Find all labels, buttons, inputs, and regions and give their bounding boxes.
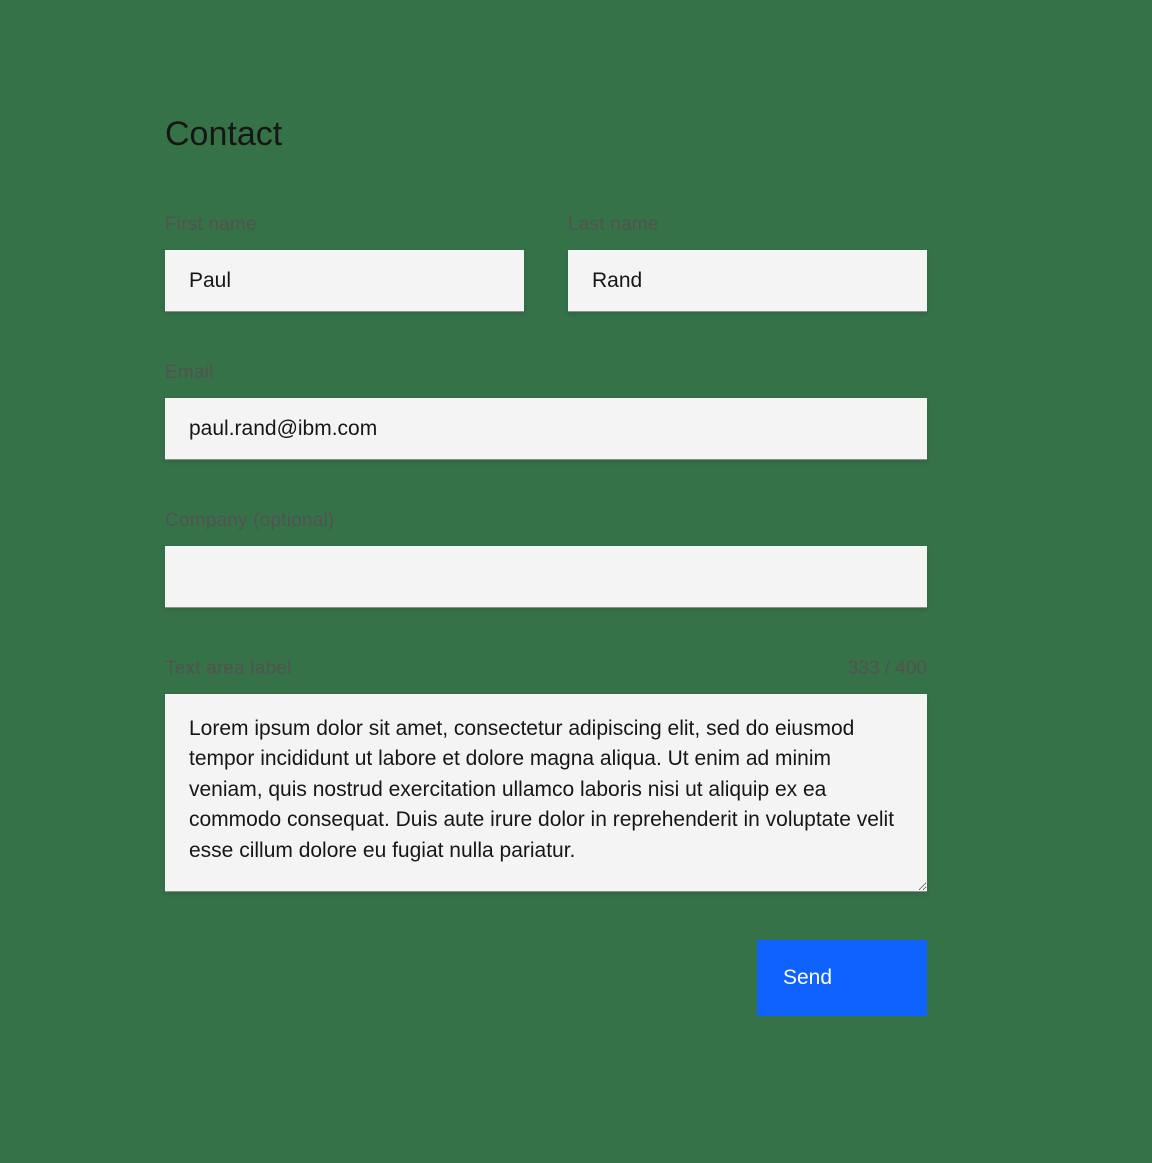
name-row: First name Last name xyxy=(165,214,927,312)
company-field: Company (optional) xyxy=(165,510,927,608)
email-input[interactable] xyxy=(165,398,927,460)
company-input[interactable] xyxy=(165,546,927,608)
email-field: Email xyxy=(165,362,927,460)
contact-form: Contact First name Last name Email Compa… xyxy=(165,115,927,1016)
message-label: Text area label xyxy=(165,658,292,680)
company-label: Company (optional) xyxy=(165,510,334,532)
last-name-label: Last name xyxy=(568,214,659,236)
first-name-field: First name xyxy=(165,214,524,312)
last-name-input[interactable] xyxy=(568,250,927,312)
first-name-label: First name xyxy=(165,214,257,236)
email-label: Email xyxy=(165,362,214,384)
form-heading: Contact xyxy=(165,115,927,154)
character-counter: 333 / 400 xyxy=(848,658,927,680)
send-button[interactable]: Send xyxy=(757,940,927,1016)
message-textarea[interactable] xyxy=(165,694,927,892)
last-name-field: Last name xyxy=(568,214,927,312)
first-name-input[interactable] xyxy=(165,250,524,312)
button-row: Send xyxy=(165,940,927,1016)
message-field: Text area label 333 / 400 xyxy=(165,658,927,892)
